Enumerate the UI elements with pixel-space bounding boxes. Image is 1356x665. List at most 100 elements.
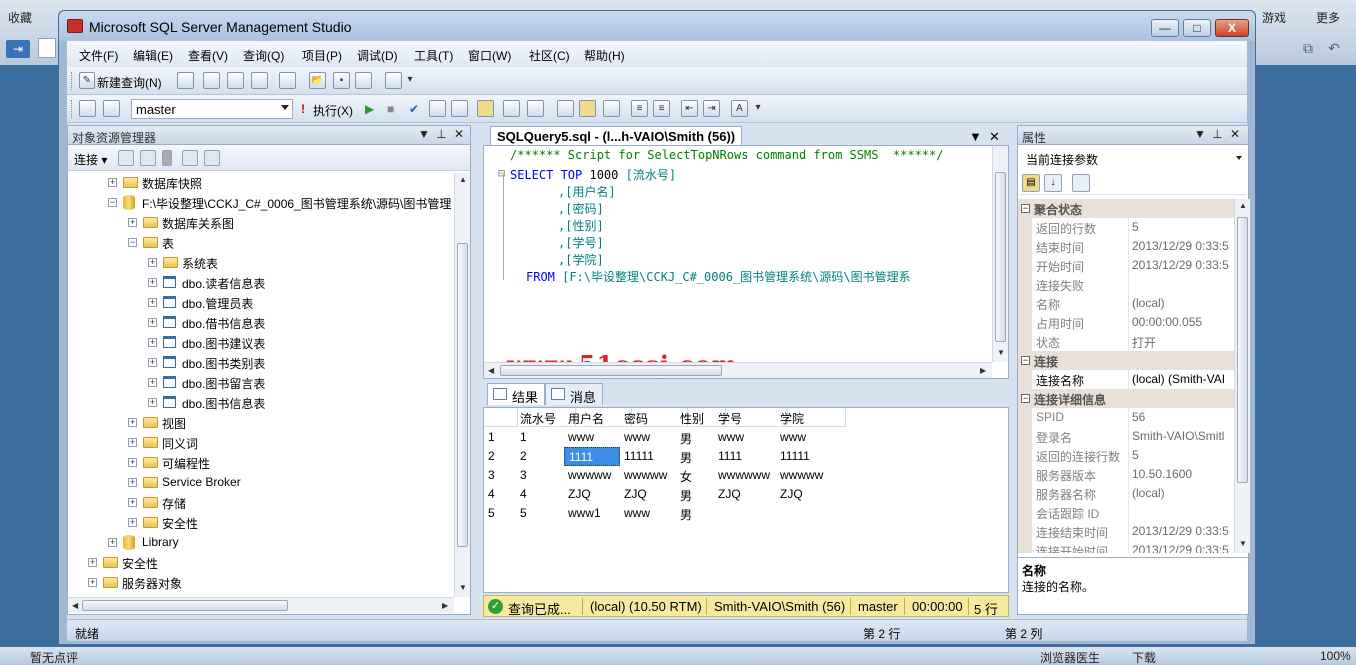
tab-query[interactable]: SQLQuery5.sql - (l...h-VAIO\Smith (56)) bbox=[490, 126, 742, 146]
games-link[interactable]: 游戏 bbox=[1262, 9, 1286, 26]
execute-icon[interactable]: ! bbox=[301, 102, 305, 116]
grid-cell[interactable]: 男 bbox=[680, 447, 692, 466]
property-row[interactable]: SPID 56 bbox=[1018, 408, 1234, 427]
property-row[interactable]: 连接结束时间 2013/12/29 0:33:5 bbox=[1018, 522, 1234, 541]
property-row[interactable]: 开始时间 2013/12/29 0:33:5 bbox=[1018, 256, 1234, 275]
expand-toggle-icon[interactable]: + bbox=[148, 378, 157, 387]
menu-window[interactable]: 窗口(W) bbox=[468, 47, 511, 64]
display-plan-icon[interactable] bbox=[429, 100, 446, 117]
close-button[interactable]: X bbox=[1215, 19, 1249, 37]
menu-help[interactable]: 帮助(H) bbox=[584, 47, 625, 64]
grid-cell[interactable]: 男 bbox=[680, 485, 692, 504]
expand-toggle-icon[interactable]: + bbox=[88, 578, 97, 587]
grid-cell[interactable]: 11111 bbox=[780, 447, 810, 466]
column-header[interactable]: 学号 bbox=[718, 408, 788, 427]
xmla-query-icon[interactable] bbox=[251, 72, 268, 89]
property-row[interactable]: 连接开始时间 2013/12/29 0:33:5 bbox=[1018, 541, 1234, 553]
menu-tools[interactable]: 工具(T) bbox=[414, 47, 453, 64]
grid-cell[interactable]: www bbox=[568, 428, 594, 447]
tab-close-icon[interactable]: ✕ bbox=[989, 129, 1000, 145]
scrollbar-thumb[interactable] bbox=[995, 172, 1006, 342]
tree-node[interactable]: + dbo.借书信息表 bbox=[148, 313, 454, 333]
browser-doctor-link[interactable]: 浏览器医生 bbox=[1040, 649, 1100, 665]
tree-vertical-scrollbar[interactable]: ▲ ▼ bbox=[454, 173, 470, 597]
connect-server-icon[interactable] bbox=[118, 150, 134, 166]
scrollbar-thumb[interactable] bbox=[457, 243, 468, 547]
new-file-icon[interactable] bbox=[177, 72, 194, 89]
tree-node[interactable]: + Service Broker bbox=[128, 473, 454, 493]
sql-editor[interactable]: /****** Script for SelectTopNRows comman… bbox=[483, 145, 1009, 379]
expand-toggle-icon[interactable]: + bbox=[148, 278, 157, 287]
scrollbar-thumb[interactable] bbox=[500, 365, 722, 376]
parse-icon[interactable]: ✔ bbox=[409, 102, 419, 116]
tree-node[interactable]: + 安全性 bbox=[88, 553, 448, 573]
tree-node[interactable]: + 视图 bbox=[128, 413, 454, 433]
tree-node[interactable]: + 可编程性 bbox=[128, 453, 454, 473]
row-number[interactable]: 3 bbox=[488, 466, 495, 485]
connect-dropdown[interactable]: 连接 ▾ bbox=[74, 151, 107, 168]
pin-icon[interactable]: ⊥ bbox=[1212, 127, 1222, 141]
specify-template-icon[interactable]: A bbox=[731, 100, 748, 117]
tree-node[interactable]: + dbo.图书建议表 bbox=[148, 333, 454, 353]
browser-newtab-icon[interactable]: ⧉ bbox=[1298, 40, 1318, 58]
column-header[interactable]: 密码 bbox=[624, 408, 688, 427]
analysis-query-icon[interactable] bbox=[227, 72, 244, 89]
property-category[interactable]: − 连接详细信息 bbox=[1018, 389, 1234, 408]
property-row[interactable]: 连接名称 (local) (Smith-VAI bbox=[1018, 370, 1234, 389]
pane-close-icon[interactable]: ✕ bbox=[454, 127, 464, 141]
query-options-icon[interactable] bbox=[451, 100, 468, 117]
tree-node[interactable]: + 服务器对象 bbox=[88, 573, 448, 593]
favorites-link[interactable]: 收藏 bbox=[8, 9, 32, 26]
menu-debug[interactable]: 调试(D) bbox=[357, 47, 398, 64]
menu-query[interactable]: 查询(Q) bbox=[243, 47, 284, 64]
change-connection-icon[interactable] bbox=[103, 100, 120, 117]
refresh-icon[interactable] bbox=[204, 150, 220, 166]
property-row[interactable]: 占用时间 00:00:00.055 bbox=[1018, 313, 1234, 332]
menu-project[interactable]: 项目(P) bbox=[302, 47, 342, 64]
grid-cell[interactable]: wwwww bbox=[624, 466, 667, 485]
expand-toggle-icon[interactable]: + bbox=[128, 458, 137, 467]
menu-file[interactable]: 文件(F) bbox=[79, 47, 118, 64]
expand-toggle-icon[interactable]: + bbox=[148, 258, 157, 267]
tree-node[interactable]: + 安全性 bbox=[128, 513, 454, 533]
tab-list-icon[interactable]: ▼ bbox=[969, 129, 982, 144]
debug-icon[interactable]: ▶ bbox=[365, 102, 374, 116]
browser-zoom-text[interactable]: 100% bbox=[1320, 649, 1351, 663]
increase-indent-icon[interactable]: ⇥ bbox=[703, 100, 720, 117]
property-row[interactable]: 返回的连接行数 5 bbox=[1018, 446, 1234, 465]
tree-node[interactable]: + Library bbox=[108, 533, 454, 553]
scroll-up-icon[interactable]: ▲ bbox=[459, 175, 467, 184]
scroll-left-icon[interactable]: ◀ bbox=[72, 601, 78, 610]
collapse-icon[interactable]: − bbox=[1021, 356, 1030, 365]
property-category[interactable]: − 连接 bbox=[1018, 351, 1234, 370]
scrollbar-thumb[interactable] bbox=[82, 600, 288, 611]
grid-cell[interactable]: 5 bbox=[520, 504, 527, 523]
grid-cell[interactable]: 男 bbox=[680, 504, 692, 523]
grid-cell[interactable]: 1111 bbox=[718, 447, 742, 466]
pane-close-icon[interactable]: ✕ bbox=[1230, 127, 1240, 141]
scroll-down-icon[interactable]: ▼ bbox=[1239, 539, 1247, 548]
filter-icon[interactable] bbox=[182, 150, 198, 166]
expand-toggle-icon[interactable]: + bbox=[128, 518, 137, 527]
grid-cell[interactable]: ZJQ bbox=[568, 485, 591, 504]
expand-toggle-icon[interactable]: − bbox=[108, 198, 117, 207]
pane-menu-icon[interactable]: ▼ bbox=[418, 127, 430, 141]
property-pages-icon[interactable] bbox=[1072, 174, 1090, 192]
execute-button[interactable]: 执行(X) bbox=[313, 102, 353, 119]
properties-vertical-scrollbar[interactable]: ▲ ▼ bbox=[1234, 199, 1250, 553]
expand-toggle-icon[interactable]: + bbox=[148, 398, 157, 407]
design-query-icon[interactable] bbox=[503, 100, 520, 117]
editor-horizontal-scrollbar[interactable]: ◀ ▶ bbox=[484, 362, 992, 378]
tree-node[interactable]: + 存储 bbox=[128, 493, 454, 513]
tree-horizontal-scrollbar[interactable]: ◀ ▶ bbox=[68, 597, 454, 613]
property-row[interactable]: 名称 (local) bbox=[1018, 294, 1234, 313]
property-row[interactable]: 结束时间 2013/12/29 0:33:5 bbox=[1018, 237, 1234, 256]
property-row[interactable]: 服务器名称 (local) bbox=[1018, 484, 1234, 503]
tree-node[interactable]: + 数据库快照 bbox=[108, 173, 454, 193]
toolbar-grip[interactable] bbox=[71, 72, 74, 90]
scroll-right-icon[interactable]: ▶ bbox=[980, 366, 986, 375]
grid-cell[interactable]: www bbox=[780, 428, 806, 447]
tree-node[interactable]: + dbo.图书信息表 bbox=[148, 393, 454, 413]
browser-back-icon[interactable]: ↶ bbox=[1324, 40, 1344, 58]
decrease-indent-icon[interactable]: ⇤ bbox=[681, 100, 698, 117]
